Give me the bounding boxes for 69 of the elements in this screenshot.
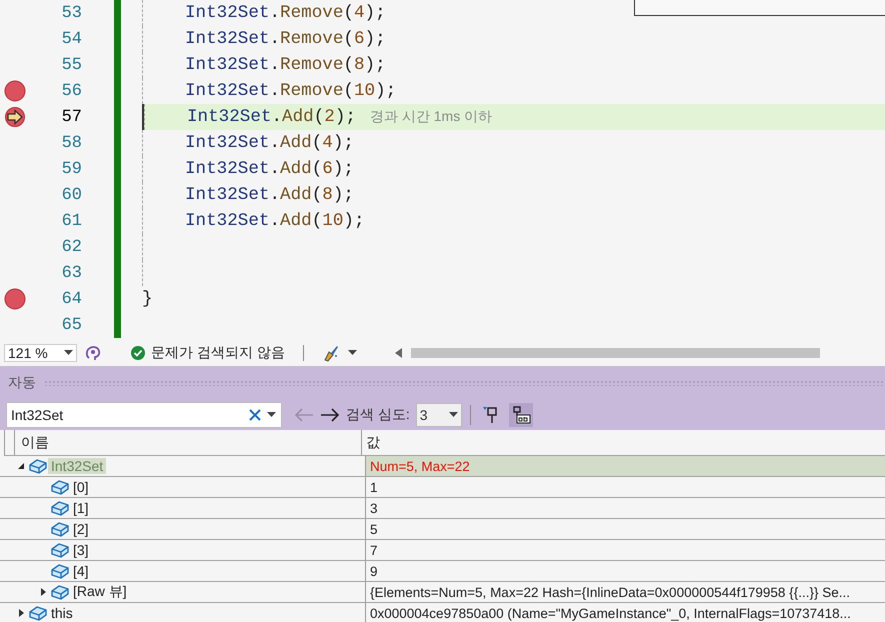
variable-icon	[28, 457, 48, 475]
variable-value: 7	[370, 542, 378, 558]
pin-label-icon[interactable]	[508, 403, 533, 427]
variable-name[interactable]: [0]	[70, 479, 92, 495]
zoom-dropdown[interactable]: 121 %	[4, 344, 77, 362]
code-line: Int32Set.Add(8);	[185, 185, 354, 205]
code-line: Int32Set.Remove(8);	[185, 55, 386, 75]
breakpoint-icon[interactable]	[4, 80, 26, 102]
variable-name[interactable]: [Raw 뷰]	[70, 583, 130, 601]
caret-icon[interactable]	[267, 412, 276, 418]
variable-icon	[50, 583, 70, 601]
code-line: Int32Set.Remove(10);	[185, 81, 396, 101]
line-number: 63	[60, 264, 82, 282]
variable-icon	[50, 499, 70, 517]
forward-arrow-icon[interactable]	[320, 408, 340, 422]
code-line: Int32Set.Add(10);	[185, 211, 365, 231]
line-number: 53	[60, 4, 82, 22]
variable-name[interactable]: [4]	[70, 563, 92, 579]
line-number: 59	[60, 160, 82, 178]
brain-icon[interactable]	[85, 345, 101, 361]
line-number: 65	[60, 316, 82, 334]
code-line: Int32Set.Add(6);	[185, 159, 354, 179]
check-circle-icon	[131, 346, 145, 360]
variable-name[interactable]: this	[48, 605, 76, 621]
variable-name[interactable]: [1]	[70, 500, 92, 516]
line-number: 57	[60, 108, 82, 126]
brush-icon[interactable]	[322, 344, 340, 362]
variable-value: Num=5, Max=22	[370, 458, 470, 474]
code-line: Int32Set.Remove(4);	[185, 3, 386, 23]
code-line: Int32Set.Remove(6);	[185, 29, 386, 49]
line-number: 55	[60, 56, 82, 74]
breakpoint-icon[interactable]	[4, 288, 26, 310]
variable-value: 5	[370, 522, 378, 536]
horizontal-scrollbar[interactable]	[410, 348, 820, 358]
caret-icon[interactable]	[448, 412, 458, 418]
clear-icon[interactable]	[249, 409, 261, 421]
line-number: 54	[60, 30, 82, 48]
search-field[interactable]: Int32Set	[6, 402, 282, 428]
column-header[interactable]: 이름	[14, 430, 362, 455]
variable-value: {Elements=Num=5, Max=22 Hash={InlineData=0x000000544f179958 {{...}} Se...	[370, 584, 850, 600]
variable-icon	[50, 520, 70, 538]
variable-value: 1	[370, 480, 378, 494]
variable-value: 0x000004ce97850a00 (Name="MyGameInstance"_0, InternalFlags=10737418...	[370, 606, 851, 620]
variable-value: 9	[370, 564, 378, 578]
line-number: 56	[60, 82, 82, 100]
scroll-left-icon[interactable]	[394, 348, 403, 358]
line-number: 62	[60, 238, 82, 256]
variable-icon	[50, 478, 70, 496]
variable-value: 3	[370, 500, 378, 516]
code-line: Int32Set.Add(4);	[185, 133, 354, 153]
code-line: Int32Set.Add(2);	[187, 107, 356, 127]
caret-icon[interactable]	[64, 350, 73, 356]
caret-icon[interactable]	[348, 350, 357, 356]
code-line: }	[142, 289, 153, 309]
variable-name[interactable]: [2]	[70, 521, 92, 537]
variable-icon	[50, 562, 70, 580]
variable-icon	[50, 541, 70, 559]
panel-title: 자동	[8, 374, 36, 392]
line-number: 61	[60, 212, 82, 230]
line-number: 60	[60, 186, 82, 204]
line-number: 58	[60, 134, 82, 152]
elapsed-time-hint: 경과 시간 1ms 이하	[370, 108, 492, 126]
search-depth-label: 검색 심도:	[346, 406, 410, 424]
variable-name[interactable]: [3]	[70, 542, 92, 558]
line-number: 64	[60, 290, 82, 308]
column-header[interactable]: 값	[362, 430, 885, 455]
search-depth-dropdown[interactable]: 3	[416, 403, 462, 427]
variable-icon	[28, 604, 48, 622]
issues-status[interactable]: 문제가 검색되지 않음	[151, 344, 285, 362]
